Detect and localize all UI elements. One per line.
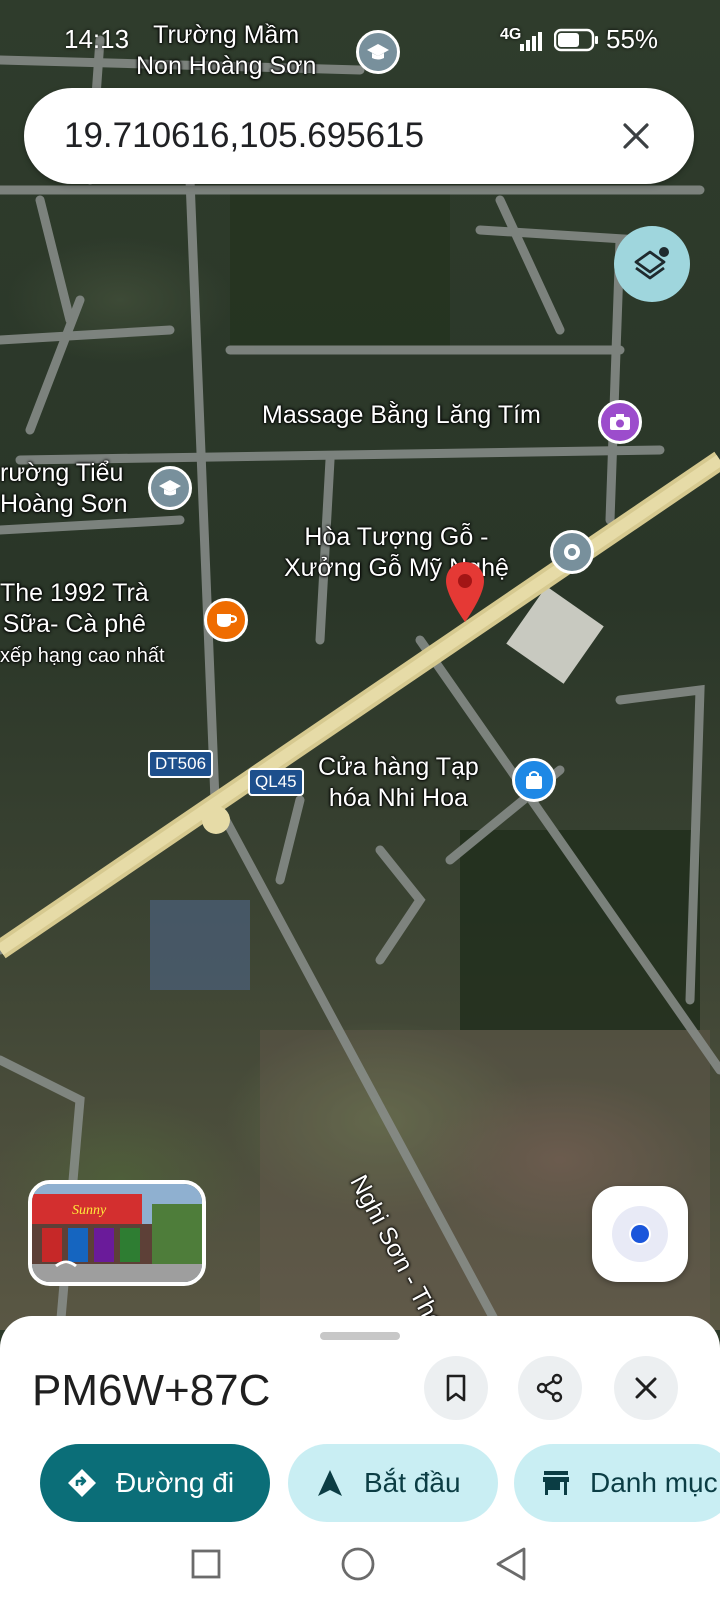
cafe-rating-label: xếp hạng cao nhất	[0, 645, 165, 667]
home-button-icon[interactable]	[340, 1546, 376, 1587]
signal-icon	[518, 28, 544, 59]
shop-label[interactable]: Cửa hàng Tạp hóa Nhi Hoa	[318, 752, 479, 814]
clock: 14:13	[64, 24, 130, 54]
status-bar: 14:13 4G 55%	[0, 24, 720, 60]
road-shield-dt506: DT506	[148, 750, 214, 778]
layers-button[interactable]	[614, 226, 690, 302]
location-pin-icon	[444, 560, 486, 629]
sheet-drag-handle[interactable]	[320, 1332, 400, 1340]
my-location-button[interactable]	[592, 1186, 688, 1282]
place-poi-icon[interactable]	[550, 530, 594, 574]
navigation-arrow-icon	[314, 1467, 346, 1499]
save-button[interactable]	[424, 1356, 488, 1420]
shopping-bag-icon[interactable]	[512, 758, 556, 802]
category-label: Danh mục	[590, 1467, 718, 1498]
school-icon[interactable]	[148, 466, 192, 510]
directions-button[interactable]: Đường đi	[40, 1444, 270, 1522]
clear-search-icon[interactable]	[606, 106, 666, 166]
plus-code-title: PM6W+87C	[32, 1366, 271, 1415]
bookmark-icon	[446, 1374, 466, 1402]
my-location-icon	[612, 1206, 668, 1262]
back-button-icon[interactable]	[494, 1546, 528, 1587]
cafe-label[interactable]: The 1992 Trà Sữa- Cà phê	[0, 578, 149, 640]
store-icon	[540, 1467, 572, 1499]
massage-label[interactable]: Massage Bằng Lăng Tím	[262, 400, 541, 431]
search-bar[interactable]: 19.710616,105.695615	[24, 88, 694, 184]
layers-icon	[634, 247, 669, 280]
start-button[interactable]: Bắt đầu	[288, 1444, 498, 1522]
road-shield-ql45: QL45	[248, 768, 304, 796]
map-view[interactable]: Trường Mầm Non Hoàng Sơn Massage Bằng Lăn…	[0, 0, 720, 1330]
system-nav-bar	[0, 1526, 720, 1608]
close-sheet-button[interactable]	[614, 1356, 678, 1420]
battery-level: 55%	[606, 24, 659, 54]
share-button[interactable]	[518, 1356, 582, 1420]
directions-label: Đường đi	[116, 1467, 235, 1498]
battery-icon	[553, 28, 600, 59]
share-icon	[536, 1373, 563, 1403]
school-label-left[interactable]: rường Tiểu Hoàng Sơn	[0, 458, 128, 520]
coffee-icon[interactable]	[204, 598, 248, 642]
close-icon	[635, 1377, 657, 1399]
recents-button-icon[interactable]	[190, 1548, 222, 1585]
camera-poi-icon[interactable]	[598, 400, 642, 444]
street-view-thumbnail[interactable]: Sunny	[28, 1180, 206, 1286]
category-button[interactable]: Danh mục	[514, 1444, 720, 1522]
start-label: Bắt đầu	[364, 1467, 461, 1498]
svg-text:Sunny: Sunny	[72, 1203, 107, 1218]
directions-icon	[66, 1467, 98, 1499]
search-input[interactable]: 19.710616,105.695615	[64, 116, 606, 156]
